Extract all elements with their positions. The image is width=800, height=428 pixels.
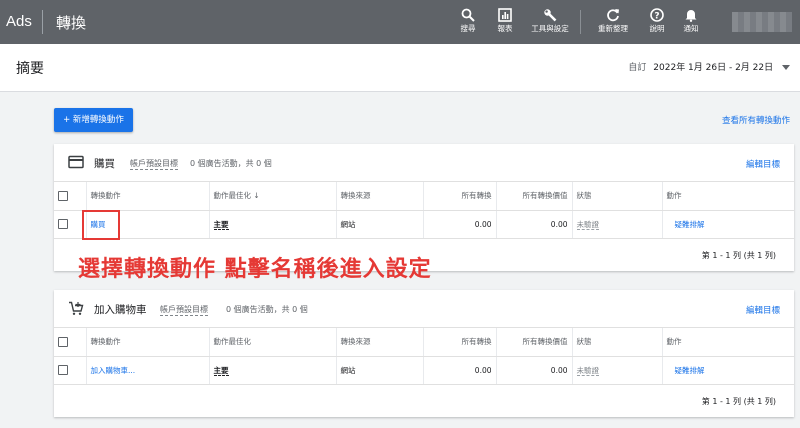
- row-checkbox[interactable]: [58, 219, 68, 229]
- caret-down-icon: [782, 64, 790, 70]
- wrench-icon: [544, 9, 557, 22]
- status-value[interactable]: 未驗證: [576, 219, 599, 230]
- optimization-value[interactable]: 主要: [213, 219, 229, 230]
- column-header-status[interactable]: 狀態: [571, 328, 662, 357]
- card-title: 加入購物車: [94, 304, 147, 316]
- all-conversions-value: 0.00: [422, 210, 496, 239]
- table-row: 加入購物車... 主要 網站 0.00 0.00 未驗證 疑難排解: [54, 356, 794, 385]
- top-bar: Ads 轉換 搜尋 報表 工具與設定 重新整理 ? 說明 通知: [0, 0, 800, 44]
- conversion-name-link[interactable]: 加入購物車...: [91, 366, 136, 375]
- status-value[interactable]: 未驗證: [576, 365, 599, 376]
- reports-icon: [498, 8, 512, 22]
- table-header-row: 轉換動作 動作最佳化 ↓ 轉換來源 所有轉換 所有轉換價值 狀態 動作: [54, 182, 794, 211]
- campaign-count: 0 個廣告活動，共 0 個: [226, 305, 308, 314]
- pagination-text: 第 1 - 1 列 (共 1 列): [701, 250, 776, 260]
- arrow-down-icon: ↓: [253, 191, 260, 201]
- card-header: 加入購物車 帳戶預設目標 0 個廣告活動，共 0 個 編輯目標: [54, 290, 794, 328]
- source-value: 網站: [335, 356, 423, 385]
- column-header-action[interactable]: 轉換動作: [85, 182, 209, 211]
- summary-title: 摘要: [16, 61, 44, 77]
- all-conversion-value-value: 0.00: [495, 356, 572, 385]
- all-conversion-value-value: 0.00: [495, 210, 572, 239]
- edit-goal-link[interactable]: 編輯目標: [746, 158, 780, 170]
- column-header-source[interactable]: 轉換來源: [335, 182, 423, 211]
- view-all-conversions-link[interactable]: 查看所有轉換動作: [722, 114, 790, 126]
- refresh-button[interactable]: 重新整理: [593, 8, 633, 33]
- date-range-selector[interactable]: 自訂 2022年 1月 26日 - 2月 22日: [628, 60, 790, 73]
- credit-card-icon: [68, 155, 84, 169]
- select-all-checkbox[interactable]: [58, 190, 68, 201]
- ads-logo[interactable]: Ads: [6, 13, 32, 30]
- annotation-text: 選擇轉換動作 點擊名稱後進入設定: [78, 257, 432, 282]
- tools-settings-label: 工具與設定: [531, 24, 569, 33]
- row-checkbox[interactable]: [58, 365, 68, 375]
- annotation-highlight-box: [82, 210, 120, 240]
- search-icon: [461, 8, 475, 22]
- help-label: 說明: [649, 24, 665, 33]
- edit-goal-link[interactable]: 編輯目標: [746, 304, 780, 316]
- svg-text:?: ?: [654, 12, 659, 22]
- all-conversions-value: 0.00: [422, 356, 496, 385]
- cart-plus-icon: [69, 301, 84, 315]
- troubleshoot-link[interactable]: 疑難排解: [675, 220, 705, 229]
- column-header-actions: 動作: [661, 328, 794, 357]
- goal-type[interactable]: 帳戶預設目標: [130, 158, 178, 170]
- troubleshoot-link[interactable]: 疑難排解: [675, 366, 705, 375]
- column-header-optimization[interactable]: 動作最佳化: [208, 328, 336, 357]
- pagination-text: 第 1 - 1 列 (共 1 列): [701, 396, 776, 406]
- column-header-all-conversion-value[interactable]: 所有轉換價值: [495, 328, 572, 357]
- column-header-all-conversions[interactable]: 所有轉換: [422, 328, 496, 357]
- card-header: 購買 帳戶預設目標 0 個廣告活動，共 0 個 編輯目標: [54, 144, 794, 182]
- card-title: 購買: [94, 158, 115, 170]
- refresh-icon: [607, 9, 619, 22]
- sub-header: 摘要 自訂 2022年 1月 26日 - 2月 22日: [0, 44, 800, 92]
- page-title: 轉換: [56, 14, 87, 32]
- refresh-label: 重新整理: [598, 24, 628, 33]
- search-button[interactable]: 搜尋: [448, 8, 488, 33]
- optimization-value[interactable]: 主要: [213, 365, 229, 376]
- campaign-count: 0 個廣告活動，共 0 個: [190, 159, 272, 168]
- select-all-checkbox[interactable]: [58, 336, 68, 347]
- conversion-table: 轉換動作 動作最佳化 ↓ 轉換來源 所有轉換 所有轉換價值 狀態 動作 購買 主…: [54, 182, 794, 239]
- date-range-value: 2022年 1月 26日 - 2月 22日: [653, 63, 774, 73]
- pagination: 第 1 - 1 列 (共 1 列): [54, 385, 794, 417]
- column-header-source[interactable]: 轉換來源: [335, 328, 423, 357]
- table-header-row: 轉換動作 動作最佳化 轉換來源 所有轉換 所有轉換價值 狀態 動作: [54, 328, 794, 357]
- goal-card-add-to-cart: 加入購物車 帳戶預設目標 0 個廣告活動，共 0 個 編輯目標 轉換動作 動作最…: [54, 290, 794, 417]
- reports-button[interactable]: 報表: [485, 8, 525, 33]
- table-row: 購買 主要 網站 0.00 0.00 未驗證 疑難排解: [54, 210, 794, 239]
- column-header-all-conversions[interactable]: 所有轉換: [422, 182, 496, 211]
- notifications-label: 通知: [683, 24, 699, 33]
- new-conversion-action-button[interactable]: + 新增轉換動作: [54, 108, 133, 132]
- bell-icon: [685, 10, 697, 22]
- account-info[interactable]: [732, 12, 792, 32]
- help-icon: ?: [650, 8, 664, 22]
- column-header-actions: 動作: [661, 182, 794, 211]
- reports-label: 報表: [497, 24, 513, 33]
- divider: [42, 10, 43, 34]
- source-value: 網站: [335, 210, 423, 239]
- column-header-optimization[interactable]: 動作最佳化 ↓: [208, 182, 336, 211]
- search-label: 搜尋: [460, 24, 476, 33]
- column-header-all-conversion-value[interactable]: 所有轉換價值: [495, 182, 572, 211]
- notifications-button[interactable]: 通知: [671, 8, 711, 33]
- conversion-table: 轉換動作 動作最佳化 轉換來源 所有轉換 所有轉換價值 狀態 動作 加入購物車.…: [54, 328, 794, 385]
- column-header-status[interactable]: 狀態: [571, 182, 662, 211]
- column-header-action[interactable]: 轉換動作: [85, 328, 209, 357]
- goal-type[interactable]: 帳戶預設目標: [160, 304, 208, 316]
- divider: [580, 10, 581, 34]
- tools-settings-button[interactable]: 工具與設定: [530, 8, 570, 33]
- date-range-type: 自訂: [628, 63, 647, 73]
